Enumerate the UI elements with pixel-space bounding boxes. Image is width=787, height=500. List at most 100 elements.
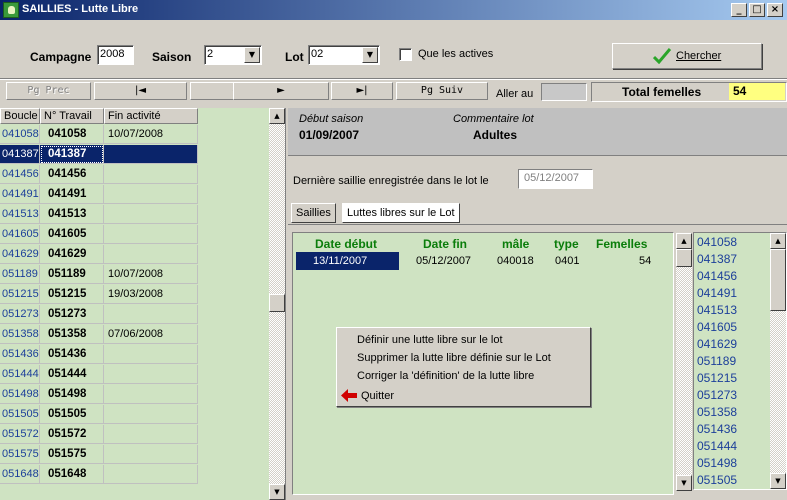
last-record-button[interactable]: ►| (331, 82, 393, 100)
grid-row[interactable]: 051273 051273 (0, 305, 198, 324)
next-record-button[interactable]: ► (233, 82, 329, 100)
grid-row[interactable]: 041605 041605 (0, 225, 198, 244)
list-scroll-down-icon[interactable]: ▼ (770, 473, 786, 489)
female-list-item[interactable]: 041456 (697, 269, 737, 284)
cell-boucle: 041513 (0, 205, 40, 224)
luttes-scroll-up-icon[interactable]: ▲ (676, 233, 692, 249)
menu-definir-lutte[interactable]: Définir une lutte libre sur le lot (357, 331, 503, 349)
col-fin-activite[interactable]: Fin activité (104, 108, 198, 124)
search-button[interactable]: Chercher (612, 43, 762, 69)
lot-label: Lot (285, 50, 304, 64)
grid-row[interactable]: 041387 041387 (0, 145, 198, 164)
active-only-label: Que les actives (418, 48, 494, 60)
cell-travail: 051436 (40, 345, 104, 364)
list-scroll-thumb[interactable] (770, 249, 786, 311)
menu-quitter[interactable]: Quitter (361, 387, 394, 405)
scroll-down-icon[interactable]: ▼ (269, 484, 285, 500)
grid-row[interactable]: 051498 051498 (0, 385, 198, 404)
saison-combo[interactable]: 2 ▼ (204, 45, 262, 65)
tab-luttes-libres[interactable]: Luttes libres sur le Lot (342, 203, 460, 223)
luttes-scroll-thumb[interactable] (676, 249, 692, 267)
cell-fin-activite (104, 465, 198, 484)
female-list-item[interactable]: 051436 (697, 422, 737, 437)
col-boucle[interactable]: Boucle (0, 108, 40, 124)
cell-fin-activite (104, 205, 198, 224)
cell-boucle: 051358 (0, 325, 40, 344)
cell-fin-activite (104, 445, 198, 464)
female-list-item[interactable]: 041058 (697, 235, 737, 250)
grid-row[interactable]: 051648 051648 (0, 465, 198, 484)
grid-row[interactable]: 051575 051575 (0, 445, 198, 464)
female-list-item[interactable]: 041605 (697, 320, 737, 335)
grid-row[interactable]: 041629 041629 (0, 245, 198, 264)
saison-dropdown-icon[interactable]: ▼ (244, 47, 260, 63)
cell-travail: 041387 (40, 145, 104, 164)
grid-row[interactable]: 051444 051444 (0, 365, 198, 384)
splitter[interactable] (285, 108, 288, 500)
scroll-up-icon[interactable]: ▲ (269, 108, 285, 124)
grid-row[interactable]: 041491 041491 (0, 185, 198, 204)
female-list-item[interactable]: 051444 (697, 439, 737, 454)
campagne-label: Campagne (30, 50, 92, 64)
grid-row[interactable]: 041513 041513 (0, 205, 198, 224)
next-page-button[interactable]: Pg Suiv (396, 82, 488, 100)
luttes-scrollbar[interactable]: ▲ ▼ (676, 233, 692, 491)
female-list-item[interactable]: 051505 (697, 473, 737, 488)
cell-fin-activite: 10/07/2008 (104, 125, 198, 144)
luttes-scroll-down-icon[interactable]: ▼ (676, 475, 692, 491)
female-list-item[interactable]: 041387 (697, 252, 737, 267)
grid-row[interactable]: 051189 051189 10/07/2008 (0, 265, 198, 284)
female-list-item[interactable]: 041491 (697, 286, 737, 301)
goto-input[interactable] (541, 83, 587, 101)
lot-combo[interactable]: 02 ▼ (308, 45, 380, 65)
lutte-date-fin: 05/12/2007 (416, 255, 472, 267)
grid-row[interactable]: 051436 051436 (0, 345, 198, 364)
window-title: SAILLIES - Lutte Libre (22, 3, 139, 15)
female-list-item[interactable]: 051215 (697, 371, 737, 386)
cell-travail: 041605 (40, 225, 104, 244)
cell-travail: 041491 (40, 185, 104, 204)
first-record-button[interactable]: |◄ (94, 82, 187, 100)
separator (0, 78, 787, 80)
female-list-item[interactable]: 051189 (697, 354, 736, 369)
cell-boucle: 041605 (0, 225, 40, 244)
derniere-saillie-value: 05/12/2007 (524, 172, 580, 184)
app-icon (3, 2, 19, 18)
female-list-item[interactable]: 051358 (697, 405, 737, 420)
close-button[interactable]: × (767, 3, 783, 17)
female-list-item[interactable]: 041513 (697, 303, 737, 318)
female-list-scrollbar[interactable]: ▲ ▼ (770, 233, 786, 489)
female-list-item[interactable]: 041629 (697, 337, 737, 352)
scroll-thumb[interactable] (269, 294, 285, 312)
minimize-button[interactable]: _ (731, 3, 747, 17)
grid-scrollbar[interactable]: ▲ ▼ (269, 108, 285, 500)
cell-travail: 051498 (40, 385, 104, 404)
cell-fin-activite (104, 165, 198, 184)
female-list-item[interactable]: 051273 (697, 388, 737, 403)
cell-boucle: 041456 (0, 165, 40, 184)
grid-row[interactable]: 051358 051358 07/06/2008 (0, 325, 198, 344)
grid-row[interactable]: 051572 051572 (0, 425, 198, 444)
menu-supprimer-lutte[interactable]: Supprimer la lutte libre définie sur le … (357, 349, 551, 367)
active-only-checkbox[interactable] (399, 48, 412, 61)
cell-boucle: 051436 (0, 345, 40, 364)
col-travail[interactable]: N° Travail (40, 108, 104, 124)
grid-row[interactable]: 051505 051505 (0, 405, 198, 424)
lutte-type: 0401 (555, 255, 580, 267)
maximize-button[interactable]: □ (749, 3, 765, 17)
grid-row[interactable]: 041058 041058 10/07/2008 (0, 125, 198, 144)
prev-page-button[interactable]: Pg Prec (6, 82, 91, 100)
cell-boucle: 051575 (0, 445, 40, 464)
commentaire-value: Adultes (473, 128, 518, 142)
lot-dropdown-icon[interactable]: ▼ (362, 47, 378, 63)
female-list-item[interactable]: 051498 (697, 456, 737, 471)
tab-saillies[interactable]: Saillies (291, 203, 336, 223)
female-list-body: 041058 041387 041456 041491 041513 041605 0416… (694, 235, 768, 489)
derniere-saillie-label: Dernière saillie enregistrée dans le lot… (293, 175, 489, 187)
grid-row[interactable]: 051215 051215 19/03/2008 (0, 285, 198, 304)
campagne-input[interactable]: 2008 (97, 45, 134, 65)
list-scroll-up-icon[interactable]: ▲ (770, 233, 786, 249)
grid-row[interactable]: 041456 041456 (0, 165, 198, 184)
menu-corriger-lutte[interactable]: Corriger la 'définition' de la lutte lib… (357, 367, 534, 385)
cell-fin-activite (104, 345, 198, 364)
